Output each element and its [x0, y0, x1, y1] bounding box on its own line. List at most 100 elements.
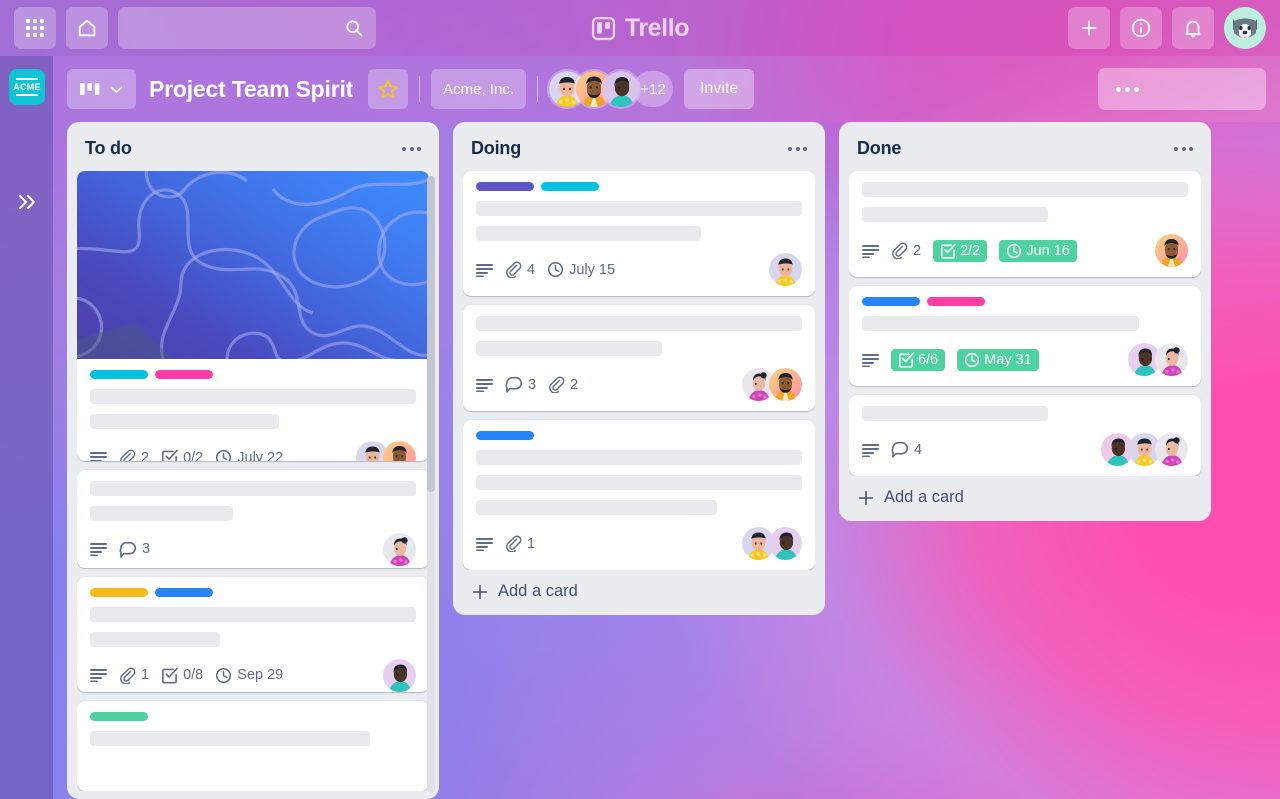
card-title-line: [90, 505, 234, 521]
account-avatar[interactable]: [1224, 7, 1266, 49]
badge-comment: 3: [505, 376, 536, 393]
card-label[interactable]: [541, 182, 599, 191]
card-member-avatar[interactable]: [769, 253, 802, 286]
card[interactable]: 1: [463, 420, 815, 570]
card-body: 2 2/2 Jun 16: [849, 171, 1201, 277]
badge-description: [90, 668, 107, 683]
card[interactable]: 6/6 May 31: [849, 286, 1201, 386]
invite-button[interactable]: Invite: [683, 69, 755, 109]
home-button[interactable]: [66, 7, 108, 49]
create-button[interactable]: [1068, 7, 1110, 49]
add-card-label: Add a card: [884, 488, 964, 506]
magenta-bun-avatar: [1155, 433, 1188, 466]
paperclip-icon: [548, 376, 565, 393]
badge-description: [862, 353, 879, 367]
paperclip-icon: [119, 449, 136, 461]
badge-due-date: July 22: [215, 449, 283, 461]
badge-count: 0/8: [183, 667, 204, 684]
checklist-icon: [898, 352, 914, 368]
card-member-avatar[interactable]: [383, 658, 416, 692]
card[interactable]: 2 2/2 Jun 16: [849, 171, 1201, 277]
board-view-icon: [79, 81, 101, 97]
trello-wordmark: Trello: [624, 13, 690, 42]
workspace-logo-acme[interactable]: ACME: [9, 69, 45, 105]
card-members: [1155, 234, 1188, 267]
checklist-icon: [161, 449, 178, 461]
view-switcher-button[interactable]: [67, 69, 136, 109]
card-labels: [90, 370, 416, 379]
add-card-button[interactable]: Add a card: [849, 476, 1201, 513]
workspace-name-label: Acme, Inc.: [443, 80, 514, 98]
card-member-avatar[interactable]: [383, 532, 416, 566]
information-button[interactable]: [1120, 7, 1162, 49]
member-avatar[interactable]: [602, 71, 639, 107]
card-list: 4 July 15 3 2 1: [463, 171, 815, 570]
members-overflow-count[interactable]: +12: [632, 71, 673, 107]
card[interactable]: 3 2: [463, 305, 815, 411]
description-icon: [476, 263, 493, 277]
search-icon: [344, 18, 364, 38]
grid-apps-icon: [25, 18, 45, 38]
badge-description: [476, 263, 493, 277]
list-title: Done: [857, 138, 902, 158]
card-member-avatar[interactable]: [1155, 234, 1188, 267]
badge-count: 2: [570, 376, 579, 393]
list-scrollbar-thumb[interactable]: [427, 176, 435, 492]
board-menu-button[interactable]: [1098, 68, 1266, 110]
badge-attachment: 2: [548, 376, 578, 393]
card-member-avatar[interactable]: [1155, 343, 1188, 376]
card[interactable]: 4 July 15: [463, 171, 815, 296]
card-label[interactable]: [90, 370, 148, 379]
card-member-avatar[interactable]: [769, 527, 802, 560]
card[interactable]: 1 0/8 Sep 29: [77, 576, 429, 693]
card-label[interactable]: [862, 297, 920, 306]
card-title-line: [90, 480, 416, 496]
card[interactable]: 2 0/2 July 22: [77, 171, 429, 461]
workspace-name-button[interactable]: Acme, Inc.: [431, 69, 526, 109]
card-label[interactable]: [90, 712, 148, 722]
card-label[interactable]: [476, 431, 534, 440]
top-navigation-bar: Trello: [0, 0, 1280, 56]
badge-count: 2: [913, 242, 922, 259]
add-card-button[interactable]: Add a card: [463, 570, 815, 607]
card-label[interactable]: [155, 370, 213, 379]
card-label[interactable]: [927, 297, 985, 306]
list-menu-button[interactable]: [788, 146, 807, 151]
card-title-line: [476, 201, 802, 216]
badge-date: Jun 16: [1026, 242, 1070, 259]
card-title-line: [90, 731, 371, 747]
card-member-avatar[interactable]: [769, 368, 802, 401]
card[interactable]: [77, 701, 429, 791]
yellow-floral-avatar: [769, 253, 802, 286]
star-board-button[interactable]: [368, 69, 409, 109]
header-divider: [419, 76, 421, 102]
description-icon: [476, 378, 493, 392]
notifications-button[interactable]: [1172, 7, 1214, 49]
card[interactable]: 4: [849, 395, 1201, 476]
badge-date: May 31: [984, 351, 1032, 368]
card-title-line: [476, 226, 701, 241]
card-member-avatar[interactable]: [383, 441, 416, 461]
card[interactable]: 3: [77, 469, 429, 568]
badge-count: 1: [527, 535, 536, 552]
badge-description: [476, 378, 493, 392]
board-lists-container: To do 2 0/2 July 22 3 1 0/8 Sep 29 Doing…: [53, 122, 1280, 799]
badge-date: July 15: [569, 261, 616, 278]
info-icon: [1130, 17, 1152, 39]
card-body: [77, 701, 429, 791]
teal-shirt-avatar: [383, 658, 416, 692]
apps-grid-button[interactable]: [14, 7, 56, 49]
card-label[interactable]: [155, 587, 213, 597]
card-body: 3: [77, 470, 429, 568]
search-input[interactable]: [118, 7, 376, 49]
list-menu-button[interactable]: [1174, 146, 1193, 151]
expand-sidebar-button[interactable]: [0, 192, 53, 212]
card-label[interactable]: [90, 587, 148, 597]
card-title-line: [476, 475, 802, 490]
list-menu-button[interactable]: [402, 146, 421, 151]
list-title: To do: [85, 138, 132, 158]
card-list: 2 2/2 Jun 16 6/6 May 31 4: [849, 171, 1201, 476]
card-label[interactable]: [476, 182, 534, 191]
card-member-avatar[interactable]: [1155, 433, 1188, 466]
list-doing: Doing 4 July 15 3 2 1 Add a card: [453, 122, 825, 615]
